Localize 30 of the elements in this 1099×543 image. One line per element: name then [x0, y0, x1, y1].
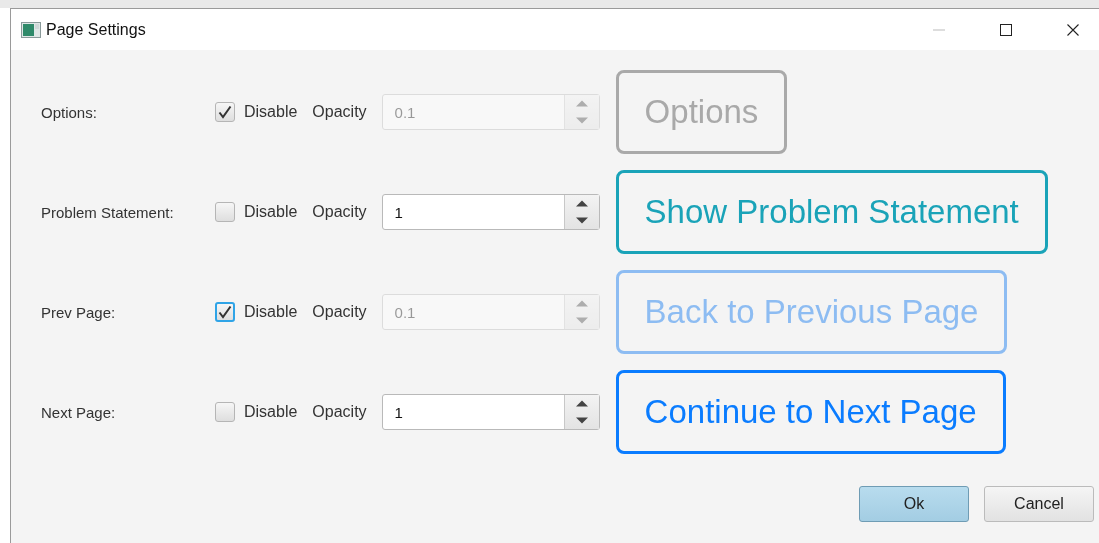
maximize-icon[interactable] — [1000, 23, 1012, 36]
disable-checkbox[interactable] — [215, 402, 235, 422]
ok-button[interactable]: Ok — [859, 486, 969, 522]
checkbox-label: Disable — [244, 203, 298, 221]
disable-checkbox[interactable] — [215, 202, 235, 222]
disable-checkbox[interactable] — [215, 302, 235, 322]
window-title: Page Settings — [46, 20, 146, 39]
opacity-label: Opacity — [312, 303, 367, 321]
checkbox-label: Disable — [244, 303, 298, 321]
row-label: Prev Page: — [41, 303, 117, 321]
checkbox-label: Disable — [244, 103, 298, 121]
checkbox-label: Disable — [244, 403, 298, 421]
app-icon — [21, 21, 41, 38]
opacity-label: Opacity — [312, 103, 367, 121]
close-icon[interactable] — [1067, 23, 1079, 36]
preview-button[interactable]: Options — [615, 70, 788, 154]
preview-button[interactable]: Show Problem Statement — [615, 170, 1048, 254]
preview-button[interactable]: Back to Previous Page — [615, 270, 1008, 354]
row-label: Problem Statement: — [41, 203, 175, 221]
opacity-label: Opacity — [312, 403, 367, 421]
disable-checkbox[interactable] — [215, 102, 235, 122]
opacity-spinner[interactable]: 1 — [381, 394, 600, 430]
preview-button[interactable]: Continue to Next Page — [615, 370, 1006, 454]
opacity-label: Opacity — [312, 203, 367, 221]
row-label: Options: — [41, 103, 98, 121]
opacity-spinner[interactable]: 1 — [381, 194, 600, 230]
cancel-button[interactable]: Cancel — [984, 486, 1094, 522]
checkmark-icon — [218, 105, 232, 119]
row-label: Next Page: — [41, 403, 117, 421]
checkmark-icon — [218, 305, 232, 319]
